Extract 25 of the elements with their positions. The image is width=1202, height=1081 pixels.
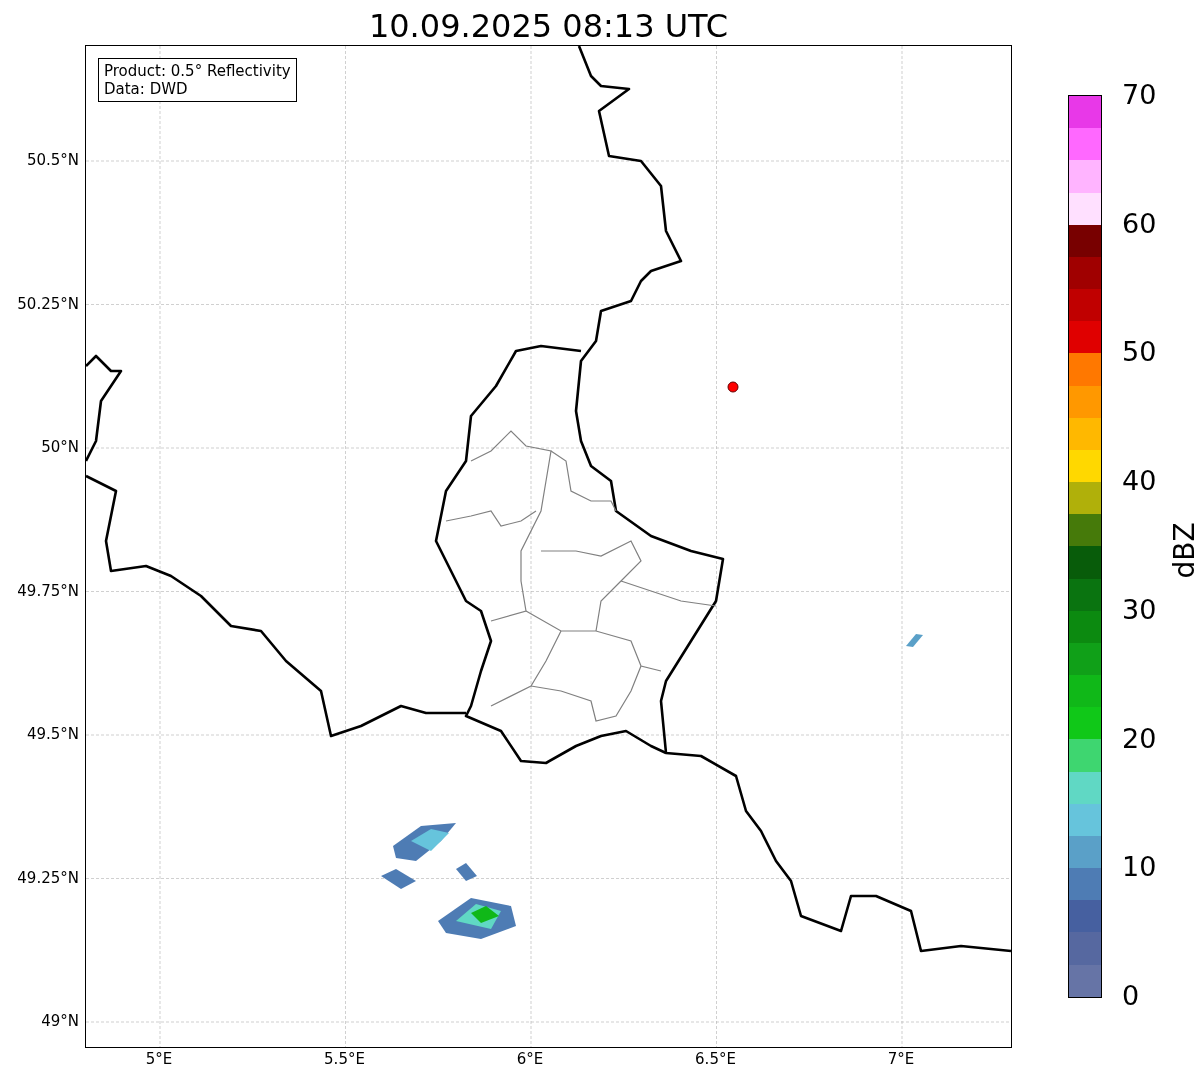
latitude-label: 49.25°N: [17, 868, 79, 887]
chart-title: 10.09.2025 08:13 UTC: [367, 6, 730, 45]
colorbar-tick-label: 60: [1122, 208, 1157, 239]
longitude-label: 6.5°E: [695, 1050, 736, 1068]
longitude-label: 6°E: [516, 1050, 544, 1068]
colorbar-tick-label: 0: [1122, 981, 1140, 1011]
longitude-label: 7°E: [887, 1050, 915, 1068]
colorbar-tick-label: 50: [1122, 337, 1157, 368]
latitude-label: 50.25°N: [17, 294, 79, 313]
longitude-label: 5°E: [145, 1050, 173, 1068]
latitude-label: 49°N: [41, 1012, 79, 1030]
latitude-label: 50.5°N: [26, 151, 79, 169]
colorbar-tick-label: 20: [1122, 723, 1157, 754]
colorbar-tick-label: 10: [1122, 852, 1157, 883]
colorbar-tick-label: 30: [1122, 594, 1157, 625]
latitude-label: 49.5°N: [26, 725, 79, 743]
colorbar-tick-label: 40: [1122, 466, 1157, 497]
latitude-label: 50°N: [41, 438, 79, 456]
legend-text: Data: DWD: [104, 80, 189, 98]
colorbar-tick-label: 70: [1122, 80, 1157, 110]
longitude-label: 5.5°E: [324, 1050, 365, 1068]
station-marker: [727, 381, 739, 393]
colorbar-label: dBZ: [1167, 521, 1201, 579]
latitude-label: 49.75°N: [17, 581, 79, 600]
legend-text: Product: 0.5° Reflectivity: [104, 62, 291, 80]
